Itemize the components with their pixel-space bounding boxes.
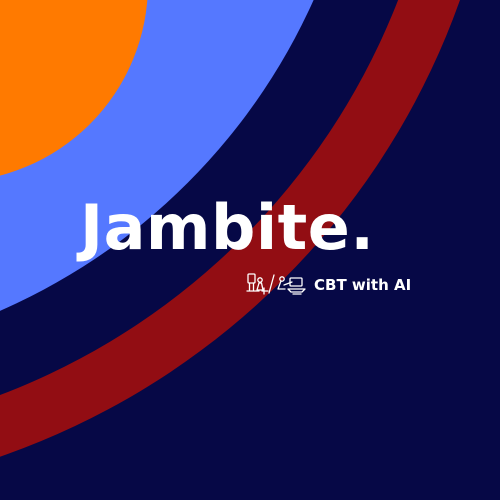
tagline: CBT with AI [314, 276, 412, 294]
wordmark: Jambite. [80, 191, 375, 264]
tagline-row: CBT with AI [246, 271, 426, 299]
computer-test-doodle-icon [246, 273, 306, 295]
brand-poster: Jambite. CBT with AI [0, 0, 500, 500]
